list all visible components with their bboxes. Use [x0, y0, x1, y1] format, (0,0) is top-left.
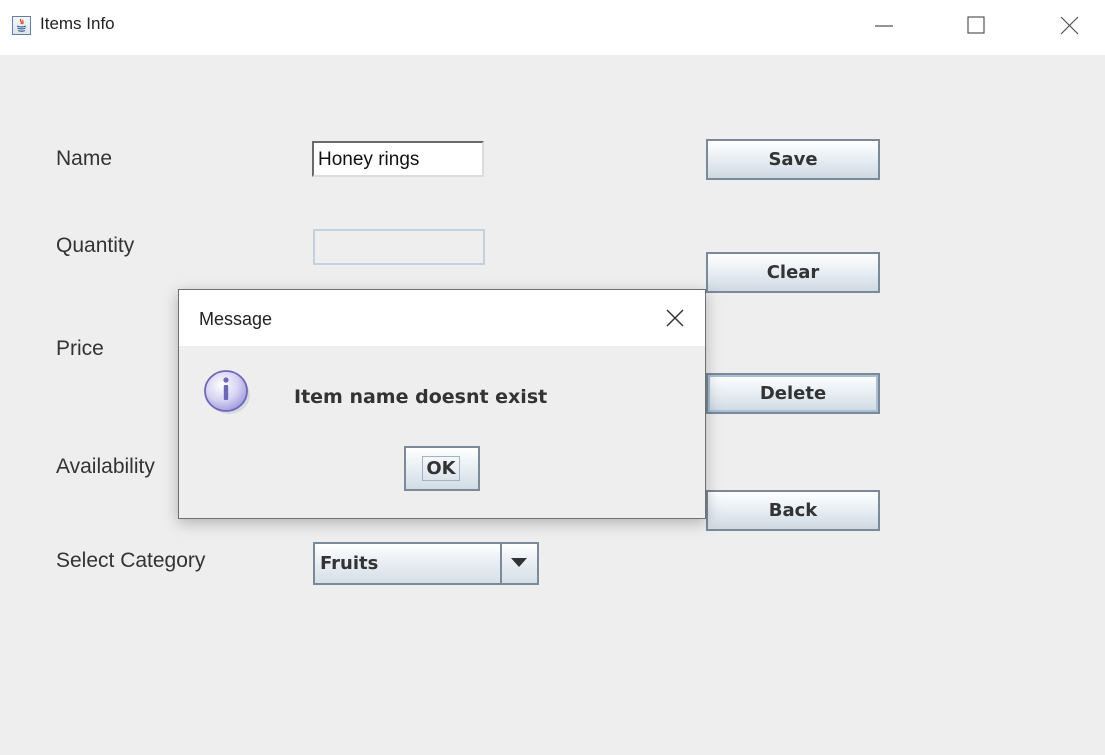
quantity-field[interactable]	[313, 229, 485, 265]
minimize-icon	[875, 25, 893, 27]
dialog-titlebar: Message	[179, 290, 705, 346]
category-selected-value: Fruits	[320, 553, 379, 574]
message-dialog: Message Item name doesnt exist OK	[178, 289, 706, 519]
java-app-icon	[12, 16, 31, 35]
maximize-icon	[967, 16, 985, 34]
dialog-close-button[interactable]	[659, 302, 691, 334]
chevron-down-icon	[511, 558, 527, 567]
close-icon	[1060, 16, 1079, 35]
window-titlebar: Items Info	[0, 0, 1105, 55]
dialog-title: Message	[199, 309, 273, 329]
select-category-label: Select Category	[56, 549, 206, 572]
clear-button[interactable]: Clear	[706, 252, 880, 293]
close-icon	[666, 309, 684, 327]
ok-button[interactable]: OK	[404, 446, 480, 491]
close-window-button[interactable]	[1050, 10, 1090, 42]
quantity-label: Quantity	[56, 234, 135, 257]
minimize-button[interactable]	[865, 10, 905, 42]
price-label: Price	[56, 337, 104, 360]
save-button[interactable]: Save	[706, 139, 880, 180]
category-select[interactable]: Fruits	[313, 542, 539, 585]
maximize-button[interactable]	[957, 10, 997, 42]
category-dropdown-button[interactable]	[500, 544, 537, 583]
delete-button[interactable]: Delete	[706, 373, 880, 414]
ok-button-label: OK	[422, 456, 460, 481]
availability-label: Availability	[56, 455, 155, 478]
dialog-message: Item name doesnt exist	[294, 386, 548, 408]
back-button[interactable]: Back	[706, 490, 880, 531]
window-title: Items Info	[40, 14, 115, 33]
info-icon	[200, 365, 254, 417]
name-field[interactable]: Honey rings	[312, 141, 484, 177]
name-label: Name	[56, 147, 113, 170]
items-info-window: Items Info Name Quantity Price Availabil…	[0, 0, 1105, 755]
